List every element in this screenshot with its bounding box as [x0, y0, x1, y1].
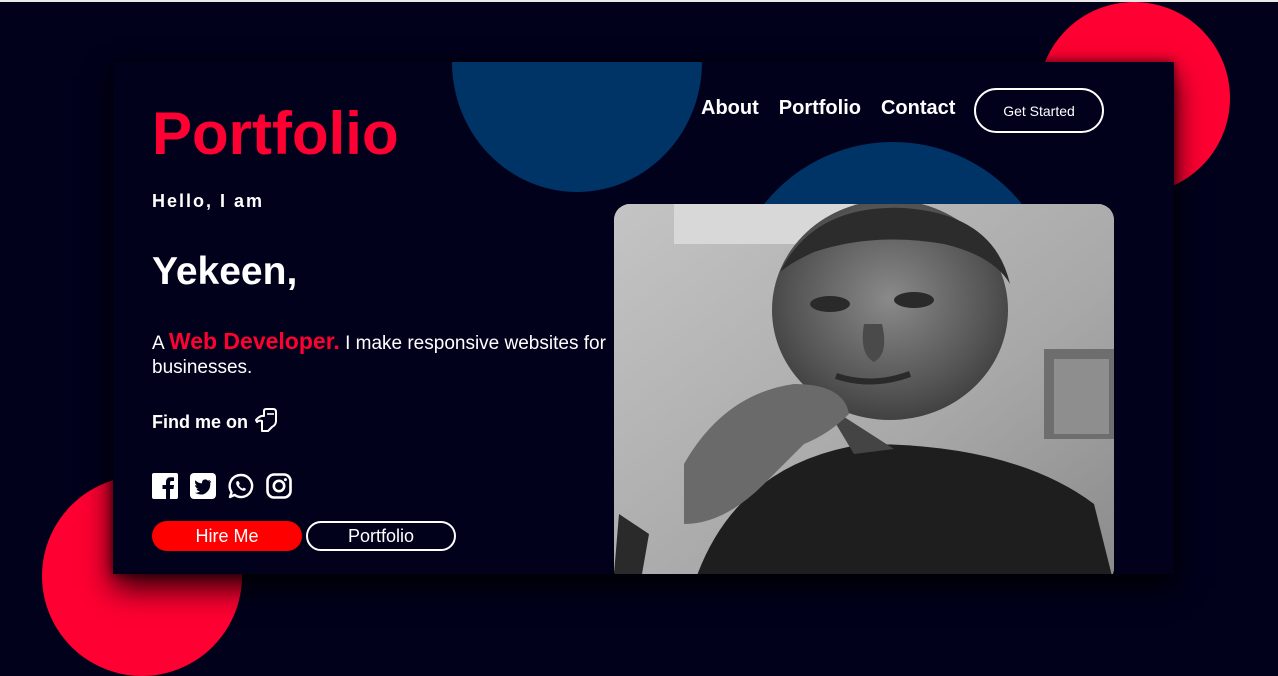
- role-highlight: Web Developer.: [168, 328, 340, 354]
- nav-portfolio[interactable]: Portfolio: [779, 97, 861, 120]
- bio-prefix: A: [152, 333, 164, 354]
- main-nav: About Portfolio Contact: [701, 97, 955, 120]
- logo[interactable]: Portfolio: [152, 104, 399, 164]
- decor-circle-blue-top: [452, 62, 702, 192]
- facebook-icon[interactable]: [152, 473, 178, 499]
- twitter-icon[interactable]: [190, 473, 216, 499]
- hero-name: Yekeen,: [152, 250, 298, 293]
- nav-about[interactable]: About: [701, 97, 759, 120]
- hero-bio: A Web Developer. I make responsive websi…: [152, 329, 622, 380]
- instagram-icon[interactable]: [266, 473, 292, 499]
- top-border: [0, 0, 1278, 2]
- portfolio-button[interactable]: Portfolio: [306, 521, 456, 551]
- hero-card: Portfolio About Portfolio Contact Get St…: [113, 62, 1174, 574]
- social-links: [152, 473, 292, 499]
- pointing-hand-icon: [252, 407, 282, 437]
- whatsapp-icon[interactable]: [228, 473, 254, 499]
- get-started-button[interactable]: Get Started: [974, 88, 1104, 133]
- profile-photo: [614, 204, 1114, 574]
- find-me: Find me on: [152, 407, 282, 437]
- find-me-label: Find me on: [152, 411, 248, 432]
- hire-me-button[interactable]: Hire Me: [152, 521, 302, 551]
- nav-contact[interactable]: Contact: [881, 97, 955, 120]
- greeting: Hello, I am: [152, 191, 265, 211]
